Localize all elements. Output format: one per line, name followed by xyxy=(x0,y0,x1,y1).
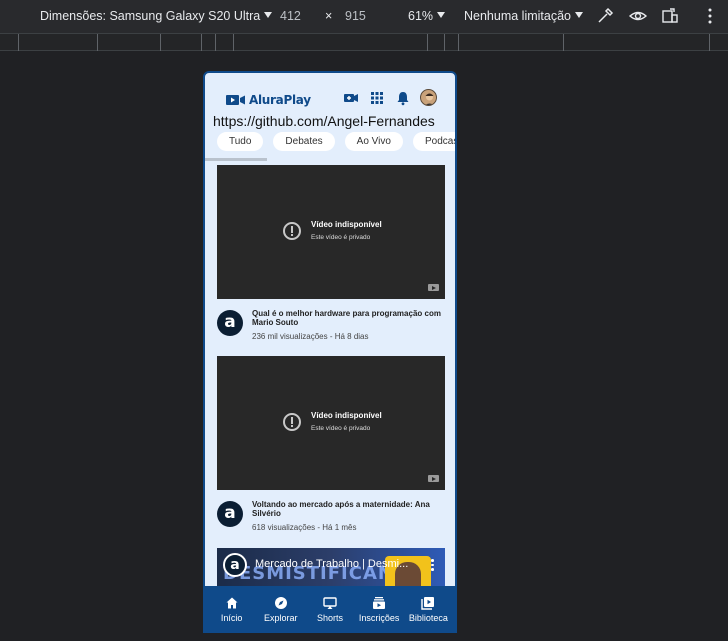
chip-podcast[interactable]: Podcast xyxy=(412,132,455,151)
youtube-logo-icon[interactable] xyxy=(428,284,439,291)
chip-debates[interactable]: Debates xyxy=(273,132,335,151)
notifications-bell-icon[interactable] xyxy=(395,90,411,106)
chip-ao-vivo[interactable]: Ao Vivo xyxy=(344,132,403,151)
device-viewport: AluraPlay https://github.com/Angel-Ferna… xyxy=(203,71,457,633)
youtube-logo-icon[interactable] xyxy=(428,475,439,482)
home-icon xyxy=(226,597,238,609)
logo-text: AluraPlay xyxy=(249,93,311,107)
bottom-navigation: Início Explorar Shorts Inscrições Biblio… xyxy=(205,586,455,631)
chips-scrollbar[interactable] xyxy=(205,158,267,161)
ruler-tick xyxy=(709,34,710,51)
unavailable-title: Vídeo indisponível xyxy=(311,411,382,420)
height-input[interactable]: 915 xyxy=(345,9,366,23)
device-select[interactable]: Dimensões: Samsung Galaxy S20 Ultra xyxy=(40,9,273,23)
nav-label: Explorar xyxy=(264,613,298,623)
channel-avatar[interactable]: a xyxy=(223,553,247,577)
alert-circle-icon xyxy=(283,413,301,431)
device-toolbar: Dimensões: Samsung Galaxy S20 Ultra 412 … xyxy=(0,0,728,33)
video-title[interactable]: Mercado de Trabalho | Desmi... xyxy=(255,558,408,570)
video-meta: a Voltando ao mercado após a maternidade… xyxy=(217,500,447,537)
nav-label: Inscrições xyxy=(358,613,400,623)
video-title[interactable]: Qual é o melhor hardware para programaçã… xyxy=(252,309,444,327)
video-title[interactable]: Voltando ao mercado após a maternidade: … xyxy=(252,500,444,518)
unavailable-subtitle: Este vídeo é privado xyxy=(311,234,371,241)
nav-label: Biblioteca xyxy=(408,613,448,623)
eyedropper-icon[interactable] xyxy=(595,6,615,26)
github-link-text[interactable]: https://github.com/Angel-Fernandes xyxy=(213,113,435,129)
compass-icon xyxy=(274,597,287,609)
video-thumbnail[interactable]: DESMISTIFICANDO a Mercado de Trabalho | … xyxy=(217,548,445,586)
ruler-tick xyxy=(563,34,564,51)
ruler-tick xyxy=(18,34,19,51)
throttle-label: Nenhuma limitação xyxy=(464,9,571,23)
rotate-icon[interactable] xyxy=(660,6,680,26)
cast-icon xyxy=(323,597,337,609)
nav-inscricoes[interactable]: Inscrições xyxy=(355,586,403,631)
chevron-down-icon xyxy=(575,12,583,18)
video-meta: a Qual é o melhor hardware para programa… xyxy=(217,309,447,346)
throttle-select[interactable]: Nenhuma limitação xyxy=(464,9,583,23)
dimension-separator: × xyxy=(325,9,333,23)
category-chips: Tudo Debates Ao Vivo Podcast xyxy=(217,132,455,152)
unavailable-title: Vídeo indisponível xyxy=(311,220,382,229)
nav-label: Shorts xyxy=(316,613,343,623)
channel-avatar[interactable]: a xyxy=(217,310,243,336)
device-dimensions-label: Dimensões: Samsung Galaxy S20 Ultra xyxy=(40,9,261,23)
nav-explorar[interactable]: Explorar xyxy=(257,586,305,631)
ruler-tick xyxy=(201,34,202,51)
video-stats: 236 mil visualizações - Há 8 dias xyxy=(252,332,369,341)
user-avatar[interactable] xyxy=(420,89,437,106)
channel-avatar[interactable]: a xyxy=(217,501,243,527)
nav-biblioteca[interactable]: Biblioteca xyxy=(404,586,452,631)
chevron-down-icon xyxy=(264,12,273,18)
library-icon xyxy=(421,597,435,610)
nav-shorts[interactable]: Shorts xyxy=(306,586,354,631)
chevron-down-icon xyxy=(437,12,446,18)
unavailable-subtitle: Este vídeo é privado xyxy=(311,425,371,432)
alert-circle-icon xyxy=(283,222,301,240)
ruler-tick xyxy=(427,34,428,51)
ruler-tick xyxy=(97,34,98,51)
zoom-select[interactable]: 61% xyxy=(408,9,446,23)
ruler-tick xyxy=(160,34,161,51)
video-feed: Vídeo indisponível Este vídeo é privado … xyxy=(205,163,455,586)
video-camera-icon xyxy=(226,95,245,105)
ruler-tick xyxy=(215,34,216,51)
vision-deficiency-icon[interactable] xyxy=(628,6,648,26)
more-vert-icon[interactable] xyxy=(431,559,434,571)
media-query-ruler[interactable] xyxy=(0,33,728,51)
video-stats: 618 visualizações - Há 1 mês xyxy=(252,523,357,532)
user-photo-icon xyxy=(425,93,434,105)
ruler-tick xyxy=(233,34,234,51)
ruler-tick xyxy=(458,34,459,51)
nav-label: Início xyxy=(220,613,243,623)
width-input[interactable]: 412 xyxy=(280,9,301,23)
more-options-icon[interactable] xyxy=(700,6,720,26)
subscriptions-icon xyxy=(373,597,386,609)
apps-grid-icon[interactable] xyxy=(369,90,385,106)
video-player[interactable]: Vídeo indisponível Este vídeo é privado xyxy=(217,165,445,299)
video-player[interactable]: Vídeo indisponível Este vídeo é privado xyxy=(217,356,445,490)
nav-inicio[interactable]: Início xyxy=(208,586,256,631)
chip-tudo[interactable]: Tudo xyxy=(217,132,264,151)
add-video-icon[interactable] xyxy=(343,90,359,106)
zoom-label: 61% xyxy=(408,9,434,23)
alura-logo[interactable]: AluraPlay xyxy=(226,92,311,108)
ruler-tick xyxy=(444,34,445,51)
